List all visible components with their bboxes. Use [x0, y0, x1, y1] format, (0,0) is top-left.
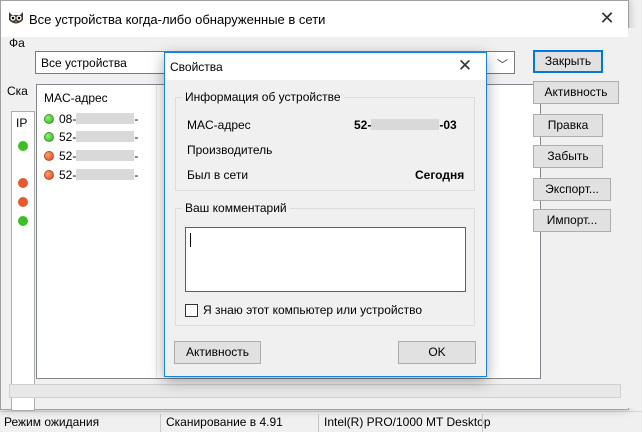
status-dot — [18, 216, 28, 226]
vendor-label: Производитель — [187, 143, 273, 157]
device-info-legend: Информация об устройстве — [182, 90, 344, 104]
all-devices-titlebar: Все устройства когда-либо обнаруженные в… — [1, 1, 628, 37]
main-status-bar: Режим ожидания Сканирование в 4.91 Intel… — [0, 411, 642, 432]
mac-prefix: 52- — [59, 130, 77, 144]
close-button[interactable]: Закрыть — [533, 50, 603, 73]
status-dot — [18, 178, 28, 188]
list-item[interactable]: 08- - — [44, 112, 138, 130]
ok-button[interactable]: OK — [398, 341, 476, 364]
properties-dialog: Свойства ✕ Информация об устройстве MAC-… — [164, 52, 487, 377]
known-device-label[interactable]: Я знаю этот компьютер или устройство — [203, 303, 422, 317]
redacted-mac — [76, 150, 135, 161]
status-dot — [18, 141, 28, 151]
mac-suffix: - — [134, 130, 139, 144]
mac-prefix: 52- — [59, 168, 77, 182]
mac-suffix: - — [134, 149, 139, 163]
dialog-title: Свойства — [170, 60, 223, 74]
background-table: IP — [11, 111, 35, 411]
online-status-icon — [44, 132, 54, 142]
owl-app-icon — [9, 12, 23, 24]
redacted-mac — [76, 113, 135, 124]
filter-value: Все устройства — [41, 56, 127, 70]
close-icon[interactable]: ✕ — [452, 54, 478, 78]
mac-column-header[interactable]: MAC-адрес — [44, 91, 108, 105]
text-caret — [190, 233, 191, 247]
offline-status-icon — [44, 170, 54, 180]
redacted-mac — [76, 169, 135, 180]
mac-label: MAC-адрес — [187, 118, 251, 132]
activity-button[interactable]: Активность — [533, 81, 619, 104]
comment-legend: Ваш комментарий — [182, 201, 290, 215]
list-item[interactable]: 52- - — [44, 168, 138, 186]
properties-titlebar: Свойства ✕ — [165, 53, 486, 80]
import-button[interactable]: Импорт... — [533, 209, 611, 232]
mac-value: 52- -03 — [354, 118, 457, 132]
status-state: Режим ожидания — [4, 415, 100, 429]
horizontal-scrollbar[interactable] — [9, 384, 621, 398]
offline-status-icon — [44, 151, 54, 161]
scan-tab-fragment[interactable]: Ска — [7, 84, 28, 98]
edit-button[interactable]: Правка — [533, 114, 603, 137]
mac-suffix: - — [134, 168, 139, 182]
forget-button[interactable]: Забыть — [533, 145, 603, 168]
status-dot — [18, 197, 28, 207]
seen-label: Был в сети — [187, 168, 249, 182]
ip-column-header: IP — [16, 116, 28, 130]
activity-button[interactable]: Активность — [174, 341, 261, 364]
mac-suffix: - — [134, 112, 139, 126]
mac-column: MAC-адрес 08- - 52- - 52- - 52- - — [37, 85, 157, 378]
mac-prefix: 52- — [59, 149, 77, 163]
mac-prefix: 08- — [59, 112, 77, 126]
mac-prefix: 52- — [354, 118, 372, 132]
online-status-icon — [44, 114, 54, 124]
known-device-checkbox[interactable] — [185, 304, 198, 317]
redacted-mac — [371, 119, 440, 130]
close-icon[interactable]: ✕ — [596, 7, 618, 29]
status-separator — [482, 414, 483, 432]
status-scan: Сканирование в 4.91 — [166, 415, 283, 429]
redacted-mac — [76, 131, 135, 142]
list-item[interactable]: 52- - — [44, 149, 138, 167]
comment-textarea[interactable] — [185, 227, 466, 292]
window-title: Все устройства когда-либо обнаруженные в… — [29, 12, 326, 27]
status-separator — [318, 414, 319, 432]
list-item[interactable]: 52- - — [44, 130, 138, 148]
export-button[interactable]: Экспорт... — [533, 178, 611, 201]
chevron-down-icon: ﹀ — [497, 59, 508, 71]
mac-suffix: -03 — [439, 118, 457, 132]
seen-value: Сегодня — [415, 168, 465, 182]
menu-fragment[interactable]: Фа — [9, 36, 25, 50]
status-separator — [160, 414, 161, 432]
main-window-right-edge — [628, 28, 642, 408]
status-adapter: Intel(R) PRO/1000 MT Desktop — [324, 415, 491, 429]
